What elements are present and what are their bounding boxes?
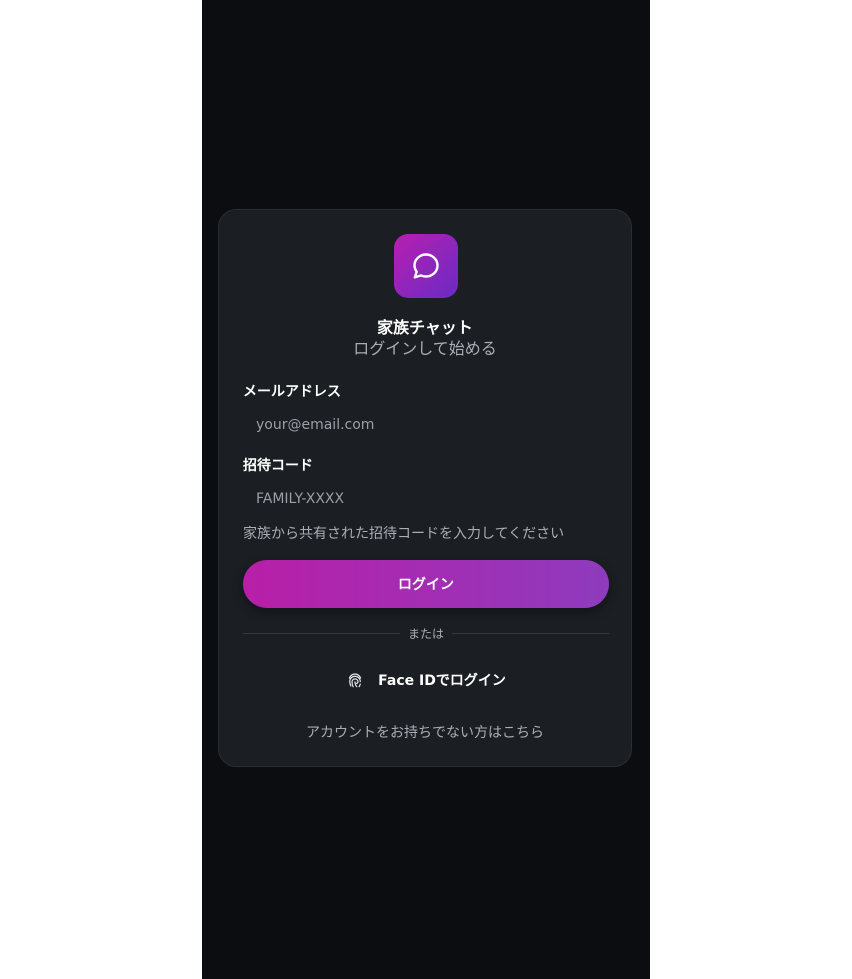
divider-text: または	[408, 626, 445, 641]
or-divider: または	[243, 623, 610, 643]
email-label: メールアドレス	[243, 384, 341, 400]
email-input[interactable]	[243, 408, 609, 442]
chat-bubble-icon	[413, 253, 439, 279]
invite-code-hint: 家族から共有された招待コードを入力してください	[243, 526, 565, 542]
app-screen: 家族チャット ログインして始める メールアドレス 招待コード 家族から共有された…	[202, 0, 650, 979]
fingerprint-icon	[348, 673, 362, 688]
divider-line-left	[243, 632, 400, 634]
login-button[interactable]: ログイン	[243, 560, 609, 608]
face-id-label: Face IDでログイン	[378, 673, 506, 689]
signup-link[interactable]: アカウントをお持ちでない方はこちら	[219, 723, 631, 743]
divider-line-right	[452, 632, 610, 634]
app-subtitle: ログインして始める	[353, 339, 497, 358]
app-logo	[394, 234, 458, 298]
invite-code-input[interactable]	[243, 482, 609, 516]
face-id-login-button[interactable]: Face IDでログイン	[243, 660, 609, 700]
app-title: 家族チャット	[377, 318, 473, 337]
invite-code-label: 招待コード	[243, 458, 313, 474]
login-card: 家族チャット ログインして始める メールアドレス 招待コード 家族から共有された…	[218, 209, 632, 767]
